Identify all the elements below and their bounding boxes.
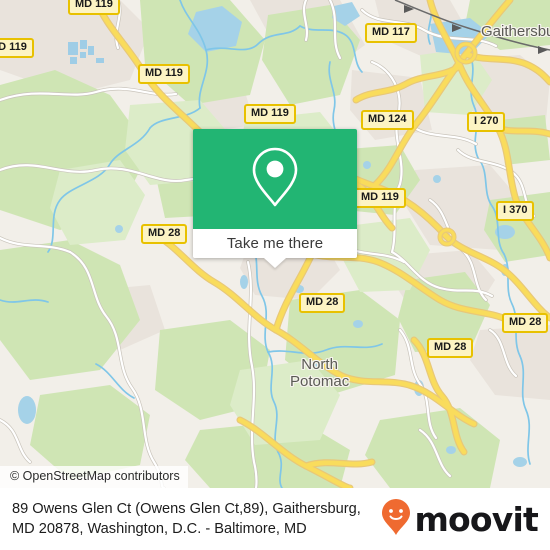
map-pin-icon — [248, 145, 302, 214]
place-label-gaithersburg: Gaithersburg — [481, 23, 550, 40]
road-shield: MD 119 — [354, 188, 406, 208]
road-shield: MD 28 — [299, 293, 346, 313]
road-shield: MD 28 — [502, 313, 549, 333]
place-label-line: North — [301, 356, 338, 373]
map-screenshot: MD 119 MD 119 MD 119 MD 119 MD 119 MD 11… — [0, 0, 550, 550]
road-shield: I 270 — [467, 112, 506, 132]
place-label-north-potomac: North Potomac — [290, 356, 349, 390]
road-shield: MD 124 — [361, 110, 414, 130]
road-shield: MD 28 — [427, 338, 474, 358]
address-line-1: 89 Owens Glen Ct (Owens Glen Ct,89), Gai… — [12, 501, 361, 517]
place-label-line: Potomac — [290, 373, 350, 390]
address-line-2: MD 20878, Washington, D.C. - Baltimore, … — [12, 521, 307, 537]
take-me-there-button[interactable]: Take me there — [227, 235, 323, 252]
location-callout[interactable]: Take me there — [193, 129, 357, 268]
road-shield: I 370 — [496, 201, 535, 221]
moovit-wordmark: moovit — [414, 499, 538, 539]
road-shield: MD 119 — [68, 0, 120, 15]
road-shield: MD 28 — [141, 224, 188, 244]
moovit-smiling-pin-icon — [381, 498, 411, 541]
footer-bar: 89 Owens Glen Ct (Owens Glen Ct,89), Gai… — [0, 488, 550, 550]
address-caption: 89 Owens Glen Ct (Owens Glen Ct,89), Gai… — [12, 499, 361, 539]
callout-pin-area — [193, 129, 357, 229]
road-shield: MD 119 — [0, 38, 34, 58]
map-canvas[interactable]: MD 119 MD 119 MD 119 MD 119 MD 119 MD 11… — [0, 0, 550, 488]
road-shield: MD 119 — [138, 64, 190, 84]
callout-tail-icon — [264, 258, 286, 268]
moovit-logo[interactable]: moovit — [381, 498, 539, 541]
road-shield: MD 119 — [244, 104, 296, 124]
road-shield: MD 117 — [365, 23, 417, 43]
callout-action-bar[interactable]: Take me there — [193, 229, 357, 258]
map-attribution[interactable]: © OpenStreetMap contributors — [0, 466, 188, 488]
